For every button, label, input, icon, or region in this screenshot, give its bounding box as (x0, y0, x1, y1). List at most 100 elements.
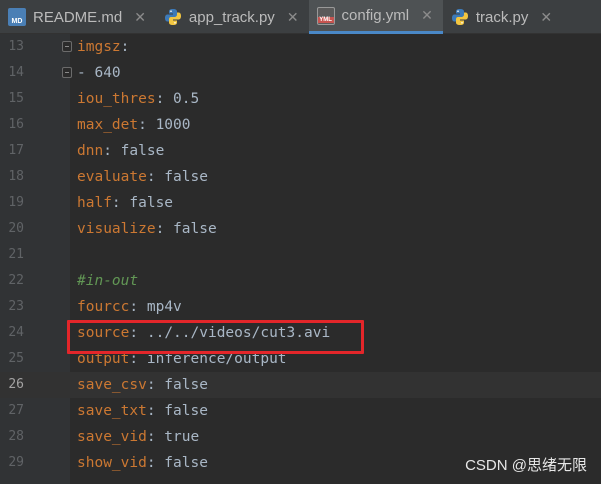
yaml-colon: : (129, 299, 139, 315)
code-line[interactable]: 21 (0, 242, 601, 268)
yaml-key: imgsz (77, 39, 121, 55)
red-annotation-box (67, 320, 364, 354)
markdown-file-icon (8, 8, 26, 26)
tab-label: app_track.py (188, 8, 275, 26)
python-file-icon (164, 9, 181, 25)
code-text: evaluate: false (77, 164, 208, 190)
fold-toggle-icon[interactable] (62, 41, 72, 52)
code-text: imgsz: (77, 34, 129, 60)
line-number: 17 (8, 143, 24, 158)
close-icon[interactable]: ✕ (134, 9, 146, 26)
line-number: 29 (8, 455, 24, 470)
line-number: 24 (8, 325, 24, 340)
line-number: 14 (8, 65, 24, 80)
line-number: 13 (8, 39, 24, 54)
code-text: max_det: 1000 (77, 112, 191, 138)
line-number: 21 (8, 247, 24, 262)
yaml-colon: : (120, 39, 130, 55)
yaml-colon: : (111, 195, 121, 211)
yaml-file-icon (316, 6, 335, 25)
yaml-colon: : (146, 455, 156, 471)
fold-toggle-icon[interactable] (62, 67, 72, 78)
yaml-colon: : (146, 377, 156, 393)
code-text: save_csv: false (77, 372, 208, 398)
editor-tab-bar: README.md ✕ app_track.py ✕ config.yml ✕ … (0, 0, 601, 34)
code-text: fourcc: mp4v (77, 294, 182, 320)
close-icon[interactable]: ✕ (540, 9, 552, 26)
code-line[interactable]: 15 iou_thres: 0.5 (0, 86, 601, 112)
yaml-key: save_vid (77, 429, 147, 445)
yaml-colon: : (146, 429, 156, 445)
yaml-value: - 640 (77, 65, 121, 81)
code-text: dnn: false (77, 138, 164, 164)
yaml-colon: : (138, 117, 147, 133)
tab-track-py[interactable]: track.py ✕ (443, 0, 562, 34)
yaml-value: false (111, 143, 165, 159)
code-line[interactable]: 13 imgsz: (0, 34, 601, 60)
line-number: 23 (8, 299, 24, 314)
yaml-colon: : (155, 91, 165, 107)
yaml-key: save_csv (77, 377, 147, 393)
line-number: 27 (8, 403, 24, 418)
yaml-key: save_txt (77, 403, 147, 419)
yaml-key: fourcc (77, 299, 130, 315)
close-icon[interactable]: ✕ (287, 9, 299, 26)
yaml-value: mp4v (138, 299, 182, 315)
line-number: 25 (8, 351, 24, 366)
watermark: CSDN @思绪无限 (465, 457, 587, 474)
code-line[interactable]: 22 #in-out (0, 268, 601, 294)
yaml-value: 0.5 (164, 91, 200, 107)
code-text: save_vid: true (77, 424, 199, 450)
yaml-value: 1000 (146, 117, 191, 133)
line-number: 16 (8, 117, 24, 132)
yaml-key: max_det (77, 117, 139, 133)
yaml-value: false (155, 169, 208, 185)
yaml-value: false (155, 455, 208, 471)
tab-config-yml[interactable]: config.yml ✕ (308, 0, 443, 34)
yaml-key: dnn (77, 143, 104, 159)
code-line[interactable]: 16 max_det: 1000 (0, 112, 601, 138)
line-number: 15 (8, 91, 24, 106)
yaml-value: false (155, 377, 208, 393)
code-text: - 640 (77, 60, 121, 86)
yaml-key: iou_thres (77, 91, 156, 107)
yaml-key: evaluate (77, 169, 147, 185)
line-number: 18 (8, 169, 24, 184)
code-line[interactable]: 20 visualize: false (0, 216, 601, 242)
code-line[interactable]: 17 dnn: false (0, 138, 601, 164)
code-line[interactable]: 28 save_vid: true (0, 424, 601, 450)
yaml-colon: : (155, 221, 165, 237)
tab-label: track.py (475, 8, 529, 26)
code-line[interactable]: 14 - 640 (0, 60, 601, 86)
line-number: 28 (8, 429, 24, 444)
code-line[interactable]: 27 save_txt: false (0, 398, 601, 424)
code-text: save_txt: false (77, 398, 208, 424)
code-text: visualize: false (77, 216, 217, 242)
code-line[interactable]: 26 save_csv: false (0, 372, 601, 398)
code-text: half: false (77, 190, 173, 216)
code-text: iou_thres: 0.5 (77, 86, 199, 112)
tab-readme-md[interactable]: README.md ✕ (0, 0, 156, 34)
line-number: 22 (8, 273, 24, 288)
yaml-colon: : (146, 169, 156, 185)
line-number: 20 (8, 221, 24, 236)
yaml-comment: #in-out (77, 273, 139, 289)
yaml-key: visualize (77, 221, 156, 237)
yaml-value: false (164, 221, 217, 237)
code-line[interactable]: 19 half: false (0, 190, 601, 216)
python-file-icon (451, 9, 468, 25)
yaml-value: false (155, 403, 208, 419)
yaml-value: true (155, 429, 200, 445)
tab-app-track-py[interactable]: app_track.py ✕ (156, 0, 309, 34)
yaml-colon: : (103, 143, 112, 159)
code-text: #in-out (77, 268, 138, 294)
code-line[interactable]: 18 evaluate: false (0, 164, 601, 190)
code-editor[interactable]: 13 imgsz: 14 - 640 15 iou_thres: 0.5 16 max_det… (0, 34, 601, 484)
close-icon[interactable]: ✕ (421, 7, 433, 24)
line-number: 19 (8, 195, 24, 210)
tab-label: config.yml (341, 7, 410, 24)
yaml-key: show_vid (77, 455, 147, 471)
code-text: show_vid: false (77, 450, 208, 476)
yaml-key: half (77, 195, 112, 211)
code-line[interactable]: 23 fourcc: mp4v (0, 294, 601, 320)
